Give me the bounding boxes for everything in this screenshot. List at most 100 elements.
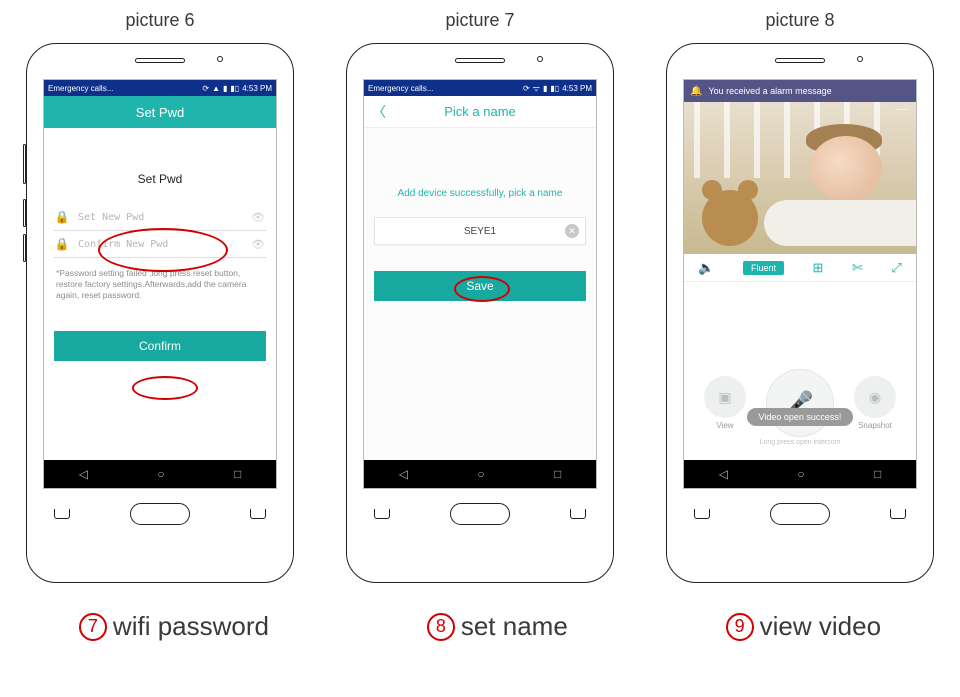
video-content (810, 136, 882, 200)
toast-message: Video open success! (747, 408, 854, 426)
phone-hw-buttons (694, 503, 907, 525)
hw-back (890, 509, 906, 519)
nav-back-icon[interactable]: ◁ (79, 467, 88, 481)
step-9-caption: 9 view video (726, 611, 881, 642)
nav-home-icon[interactable]: ○ (797, 467, 804, 481)
grid-icon[interactable]: ⊞ (812, 260, 823, 276)
mute-icon[interactable]: 🔈 (698, 260, 714, 276)
status-icons: ⟳ ▲ ▮ ▮▯ 4:53 PM (202, 84, 272, 93)
video-content (702, 190, 758, 246)
fullscreen-icon[interactable]: ⤢ (891, 260, 901, 276)
status-left: Emergency calls... (368, 84, 433, 93)
hw-recents (54, 509, 70, 519)
phone-side-button (23, 234, 26, 262)
confirm-password-field[interactable]: 🔒 Confirm New Pwd 👁 (54, 231, 266, 258)
phone-hw-buttons (54, 503, 267, 525)
nav-back-icon[interactable]: ◁ (719, 467, 728, 481)
hw-home (450, 503, 510, 525)
hw-back (570, 509, 586, 519)
android-nav-bar: ◁ ○ □ (44, 460, 276, 488)
status-time: 4:53 PM (562, 84, 592, 93)
step-number: 7 (79, 613, 107, 641)
phone-frame-3: 🔔 You received a alarm message —— (666, 43, 934, 583)
phone-frame-2: Emergency calls... ⟳ ᯤ ▮ ▮▯ 4:53 PM 〈 Pi… (346, 43, 614, 583)
status-bar: Emergency calls... ⟳ ᯤ ▮ ▮▯ 4:53 PM (364, 80, 596, 96)
status-left: Emergency calls... (48, 84, 113, 93)
step-8-caption: 8 set name (427, 611, 568, 642)
app-bar: Set Pwd (44, 96, 276, 128)
signal-icon: ▮ (543, 84, 547, 93)
hw-home (770, 503, 830, 525)
new-password-field[interactable]: 🔒 Set New Pwd 👁 (54, 204, 266, 231)
eye-icon[interactable]: 👁 (250, 238, 266, 251)
status-bar: Emergency calls... ⟳ ▲ ▮ ▮▯ 4:53 PM (44, 80, 276, 96)
hw-back (250, 509, 266, 519)
hw-recents (694, 509, 710, 519)
status-time: 4:53 PM (242, 84, 272, 93)
phone-side-button (23, 144, 26, 184)
controls-panel: ▣ View 🎤 ◉ Snapshot Long press open inte… (684, 282, 916, 460)
nav-recents-icon[interactable]: □ (234, 467, 241, 481)
success-message: Add device successfully, pick a name (398, 188, 563, 199)
picture-6-label: picture 6 (125, 10, 194, 31)
nav-home-icon[interactable]: ○ (477, 467, 484, 481)
snapshot-label: Snapshot (858, 421, 892, 430)
save-button[interactable]: Save (374, 271, 586, 301)
screen-set-pwd: Emergency calls... ⟳ ▲ ▮ ▮▯ 4:53 PM Set … (43, 79, 277, 489)
step-number: 9 (726, 613, 754, 641)
battery-icon: ▮▯ (550, 84, 559, 93)
android-nav-bar: ◁ ○ □ (684, 460, 916, 488)
video-preview[interactable]: —— (684, 102, 916, 254)
scissors-icon[interactable]: ✄ (852, 260, 863, 276)
step-text: wifi password (113, 611, 269, 642)
phone-side-button (23, 199, 26, 227)
alarm-banner[interactable]: 🔔 You received a alarm message (684, 80, 916, 102)
wifi-icon: ᯤ (533, 83, 540, 94)
wifi-icon: ▲ (212, 84, 220, 93)
video-timestamp: —— (895, 106, 910, 113)
phone-speaker (455, 58, 505, 63)
talk-button[interactable]: 🎤 (766, 369, 834, 437)
phone-speaker (775, 58, 825, 63)
eye-icon[interactable]: 👁 (250, 211, 266, 224)
nav-home-icon[interactable]: ○ (157, 467, 164, 481)
app-bar-title: Pick a name (444, 104, 516, 119)
sync-icon: ⟳ (523, 84, 530, 93)
nav-recents-icon[interactable]: □ (554, 467, 561, 481)
sync-icon: ⟳ (202, 84, 209, 93)
device-name-input[interactable]: SEYE1 ✕ (374, 217, 586, 245)
phone-front-dot (857, 56, 863, 62)
clear-input-icon[interactable]: ✕ (565, 224, 579, 238)
view-label: View (716, 421, 733, 430)
step-number: 8 (427, 613, 455, 641)
lock-icon: 🔒 (54, 210, 70, 224)
picture-8-label: picture 8 (765, 10, 834, 31)
confirm-password-placeholder: Confirm New Pwd (78, 239, 242, 250)
step-7-caption: 7 wifi password (79, 611, 269, 642)
screen-live-video: 🔔 You received a alarm message —— (683, 79, 917, 489)
status-icons: ⟳ ᯤ ▮ ▮▯ 4:53 PM (523, 83, 592, 94)
confirm-button[interactable]: Confirm (54, 331, 266, 361)
snapshot-button[interactable]: ◉ (854, 376, 896, 418)
alarm-text: You received a alarm message (708, 86, 831, 96)
lock-icon: 🔒 (54, 237, 70, 251)
password-note: *Password setting failed ,long press res… (54, 268, 266, 301)
hw-recents (374, 509, 390, 519)
quality-chip[interactable]: Fluent (743, 261, 784, 275)
back-icon[interactable]: 〈 (372, 102, 386, 122)
signal-icon: ▮ (223, 84, 227, 93)
view-button[interactable]: ▣ (704, 376, 746, 418)
nav-recents-icon[interactable]: □ (874, 467, 881, 481)
video-toolbar: 🔈 Fluent ⊞ ✄ ⤢ (684, 254, 916, 282)
phone-front-dot (217, 56, 223, 62)
new-password-placeholder: Set New Pwd (78, 212, 242, 223)
nav-back-icon[interactable]: ◁ (399, 467, 408, 481)
phone-hw-buttons (374, 503, 587, 525)
picture-7-label: picture 7 (445, 10, 514, 31)
bell-icon: 🔔 (690, 86, 702, 97)
app-bar-title: Set Pwd (136, 105, 184, 120)
talk-hint: Long press open intercom (760, 439, 841, 446)
phone-frame-1: Emergency calls... ⟳ ▲ ▮ ▮▯ 4:53 PM Set … (26, 43, 294, 583)
step-text: view video (760, 611, 881, 642)
device-name-value: SEYE1 (464, 226, 496, 237)
